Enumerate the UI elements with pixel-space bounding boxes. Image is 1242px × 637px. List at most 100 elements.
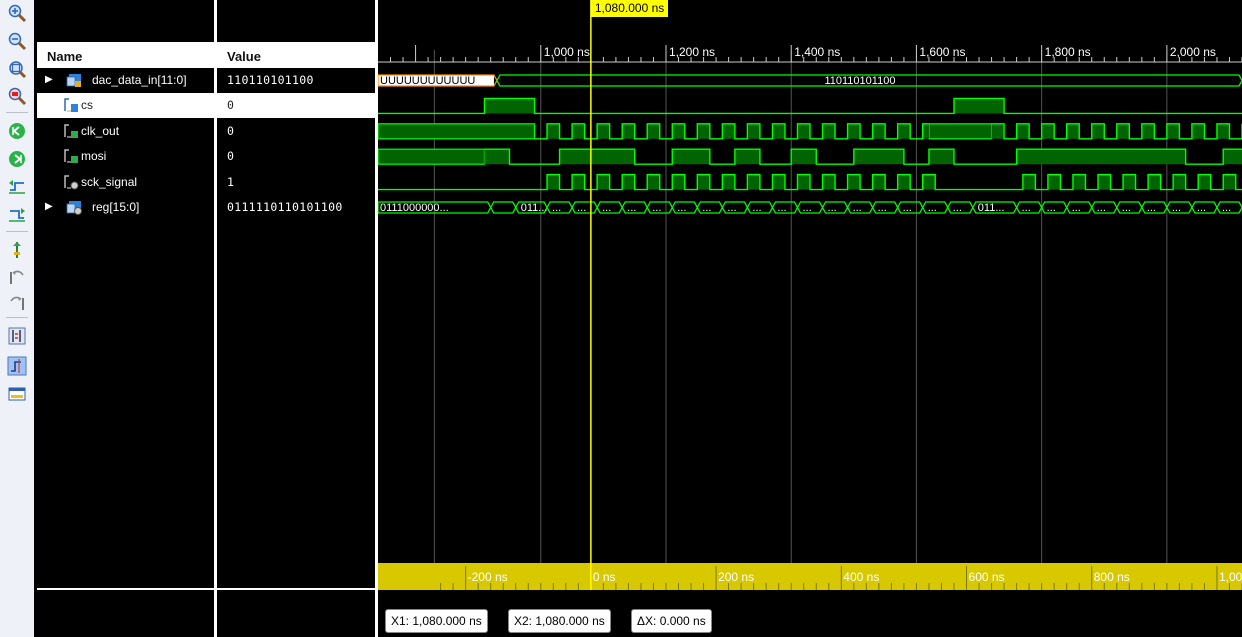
signal-value[interactable]: 0111110110101100 [217,195,375,220]
sck_signal-high-fill [1223,174,1236,190]
zoom-in-button[interactable] [7,3,27,23]
mosi-high-fill [791,149,817,165]
clk_out-high-fill [647,123,660,139]
zoom-out-button[interactable] [7,31,27,51]
sck_signal-high-fill [922,174,936,190]
next-marker-button[interactable] [7,292,27,312]
sck_signal-high-fill [1022,174,1036,190]
sck_signal-high-fill [772,174,785,190]
bus-value-label: ... [1072,202,1081,214]
bus-value-label: UUUUUUUUUUUU [380,75,475,87]
swap-cursors-button[interactable] [7,326,27,346]
bus-value-label: ... [602,202,611,214]
zoom-to-cursor-icon [8,87,27,106]
bus-value-label: 110110101100 [824,75,895,87]
sck_signal-high-fill [672,174,685,190]
go-to-last-time-button[interactable] [7,149,27,169]
signal-value[interactable]: 0 [217,119,375,144]
bus-value-label: ... [627,202,636,214]
floating-ruler-button[interactable] [7,384,27,404]
sck_signal-high-fill [797,174,810,190]
floating-ruler-icon [8,387,26,401]
signal-row-name[interactable]: sck_signal [37,170,214,195]
sck_signal-high-fill [547,174,560,190]
add-marker-button[interactable] [7,240,27,260]
previous-marker-icon [10,270,24,284]
previous-marker-button[interactable] [7,266,27,286]
signal-name: dac_data_in[11:0] [92,73,187,87]
next-transition-button[interactable] [7,204,27,224]
name-column-bottom-separator [37,588,214,590]
bus-value-label: ... [953,202,962,214]
go-to-time-zero-icon [9,123,25,139]
bus-value-label: 011... [978,202,1005,214]
time-ruler-label: 1,600 ns [919,45,965,59]
bus-value-label: ... [828,202,837,214]
floating-ruler-label: 800 ns [1094,570,1130,584]
clk_out-high-fill [1191,123,1205,139]
previous-transition-button[interactable] [7,176,27,196]
time-ruler-label: 1,800 ns [1045,45,1091,59]
sck_signal-high-fill [822,174,836,190]
bus-segment [489,201,517,214]
signal-value[interactable]: 110110101100 [217,68,375,93]
clk_out-high-fill [772,123,785,139]
bus-value-label: ... [802,202,811,214]
bus-value-label: ... [702,202,711,214]
bus-value-label: ... [727,202,736,214]
zoom-fit-button[interactable] [7,59,27,79]
clk_out-high-fill [1216,123,1230,139]
mosi-high-fill [1016,149,1186,165]
signal-row-name[interactable]: cs [37,93,214,119]
clk_out-high-fill [672,123,685,139]
go-to-time-zero-button[interactable] [7,121,27,141]
delta-x-readout: ΔX: 0.000 ns [631,609,712,633]
signal-row-name[interactable]: ▶ dac_data_in[11:0] [37,68,214,93]
signal-name: sck_signal [81,174,138,189]
clk_out-waveform [534,123,1242,140]
snap-to-transition-button[interactable] [7,356,27,376]
sck_signal-high-fill [697,174,710,190]
sck_signal-high-fill [597,174,610,190]
bus-value-label: ... [777,202,786,214]
toolbar-separator [6,317,28,318]
sck_signal-high-fill [1123,174,1136,190]
swap-cursors-icon [8,327,26,345]
waveform-canvas[interactable]: 1,000 ns 1,200 ns 1,400 ns 1,600 ns 1,800 ns… [378,0,1242,637]
toolbar-separator [6,231,28,232]
bus-signal-icon [66,72,82,88]
mosi-high-fill [1223,149,1242,165]
expand-arrow-icon[interactable]: ▶ [45,68,53,92]
sck_signal-high-fill [622,174,635,190]
zoom-to-cursor-button[interactable] [7,86,27,106]
value-column-header[interactable]: Value [217,42,375,68]
clk_out-high-fill [797,123,810,139]
signal-row-name[interactable]: ▶ reg[15:0] [37,195,214,220]
bus-value-label: ... [652,202,661,214]
clk_out-high-fill [1116,123,1130,139]
sck_signal-high-fill [572,174,585,190]
name-column-header[interactable]: Name [37,42,214,68]
signal-value[interactable]: 0 [217,93,375,119]
expand-arrow-icon[interactable]: ▶ [45,195,53,219]
cs-high-fill [954,98,1005,114]
toolbar-separator [6,112,28,113]
cursor-time-label[interactable]: 1,080.000 ns [590,0,669,17]
bus-value-label: ... [1197,202,1206,214]
clk_out-high-fill [1141,123,1155,139]
signal-value[interactable]: 0 [217,144,375,169]
signal-value[interactable]: 1 [217,170,375,195]
signal-row-name[interactable]: mosi [37,144,214,169]
value-column: Value 110110101100 0 0 0 1 0111110110101100 [217,0,375,637]
sck_signal-high-fill [1198,174,1211,190]
bus-value-label: 0111000000... [380,202,449,214]
signal-row-name[interactable]: clk_out [37,119,214,144]
time-ruler-label: 2,000 ns [1170,45,1216,59]
floating-ruler: -200 ns 0 ns 200 ns 400 ns 600 ns 800 ns 1,000… [378,563,1242,590]
next-transition-icon [9,208,25,222]
bus-value-label: ... [1172,202,1181,214]
signal-name: cs [81,98,93,113]
bus-value-label: ... [928,202,937,214]
sck_signal-high-fill [1098,174,1111,190]
time-ruler-label: 1,200 ns [669,45,715,59]
